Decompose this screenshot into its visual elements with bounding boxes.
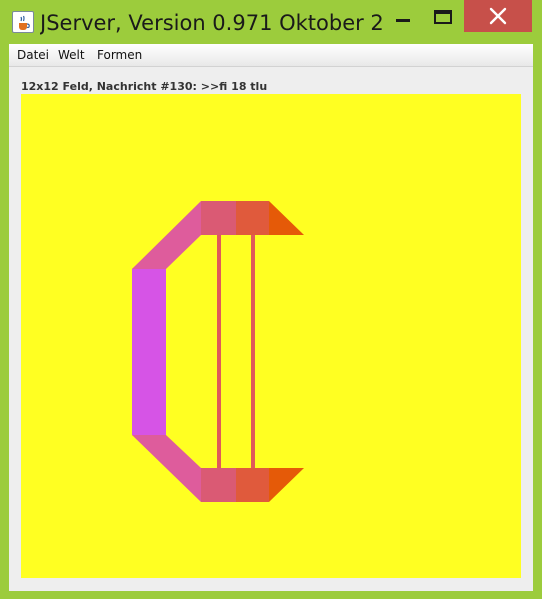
shape-bottom-block-1 <box>201 468 236 502</box>
menu-datei[interactable]: Datei <box>17 48 49 63</box>
shape-rail-1 <box>217 235 221 468</box>
java-cup-icon[interactable] <box>12 11 34 33</box>
menu-welt[interactable]: Welt <box>58 48 85 63</box>
world-drawing <box>132 201 304 502</box>
shape-bottom-wedge <box>269 468 304 502</box>
shape-upper-diagonal <box>132 201 201 269</box>
status-label: 12x12 Feld, Nachricht #130: >>fi 18 tlu <box>21 80 268 93</box>
minimize-icon <box>396 19 410 22</box>
menu-bar: Datei Welt Formen <box>9 44 533 67</box>
close-button[interactable] <box>464 0 532 32</box>
menu-formen[interactable]: Formen <box>97 48 142 63</box>
app-window: JServer, Version 0.971 Oktober 2... Date… <box>0 0 542 599</box>
maximize-button[interactable] <box>424 0 460 32</box>
client-area: Datei Welt Formen 12x12 Feld, Nachricht … <box>9 44 533 591</box>
maximize-icon <box>434 10 452 24</box>
shape-top-wedge <box>269 201 304 235</box>
window-title: JServer, Version 0.971 Oktober 2... <box>40 11 385 35</box>
shape-rail-2 <box>251 235 255 468</box>
minimize-button[interactable] <box>388 0 418 32</box>
shape-bottom-block-2 <box>236 468 269 502</box>
shape-top-block-2 <box>236 201 269 235</box>
shape-lower-diagonal <box>132 435 201 502</box>
world-canvas[interactable] <box>21 94 521 578</box>
close-icon <box>489 7 507 25</box>
shape-top-block-1 <box>201 201 236 235</box>
title-bar[interactable]: JServer, Version 0.971 Oktober 2... <box>0 0 542 44</box>
